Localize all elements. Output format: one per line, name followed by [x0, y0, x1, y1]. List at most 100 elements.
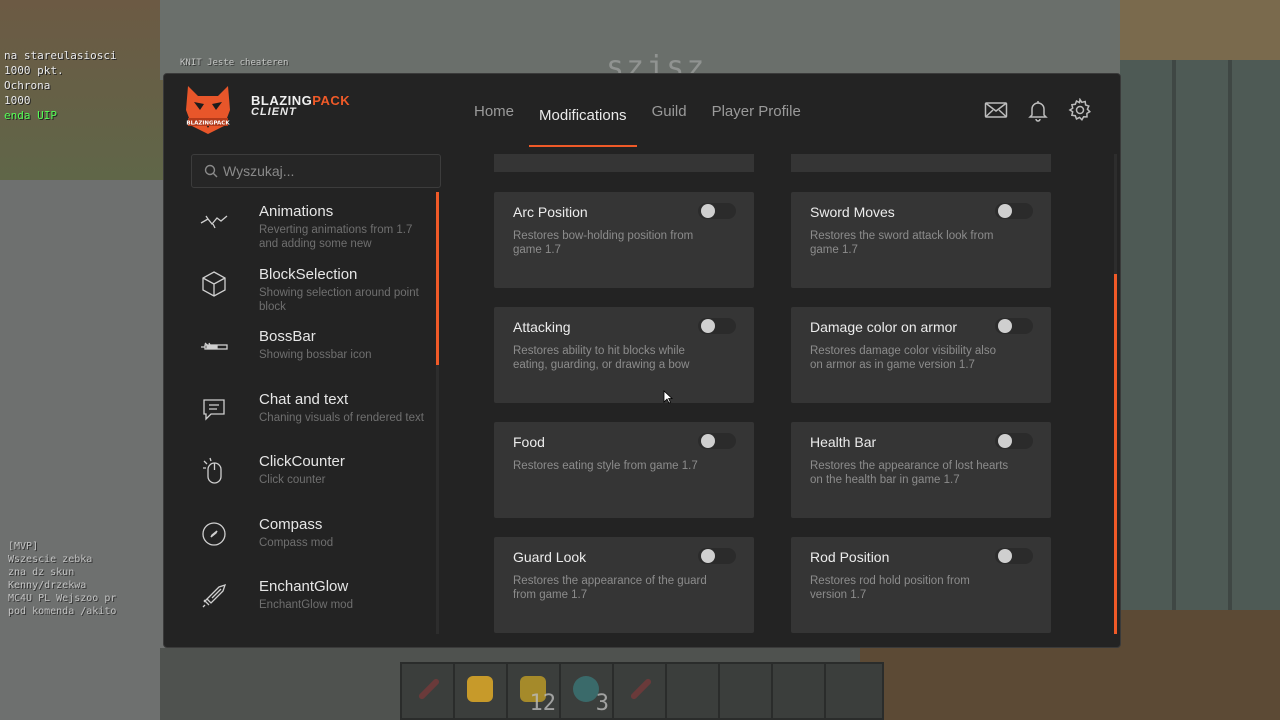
mod-toggle[interactable]: [698, 203, 736, 219]
toggle-knob: [701, 204, 715, 218]
mod-title: Arc Position: [513, 204, 588, 220]
hotbar-slot[interactable]: [667, 664, 720, 718]
sidebar-item-animations[interactable]: Animations Reverting animations from 1.7…: [194, 199, 439, 262]
mod-toggle[interactable]: [995, 203, 1033, 219]
sidebar-item-bossbar[interactable]: BossBar Showing bossbar icon: [194, 324, 439, 387]
sidebar-item-compass[interactable]: Compass Compass mod: [194, 512, 439, 575]
chat-line: 1000: [4, 94, 31, 107]
hotbar-slot[interactable]: [826, 664, 879, 718]
toggle-knob: [701, 549, 715, 563]
rod-item-icon: [417, 677, 441, 701]
cube-icon: [194, 264, 234, 304]
mod-card-sword-moves: Sword Moves Restores the sword attack lo…: [791, 192, 1051, 288]
mouse-click-icon: [194, 451, 234, 491]
search-box[interactable]: [191, 154, 441, 188]
mod-desc: Restores ability to hit blocks while eat…: [513, 345, 690, 371]
search-input[interactable]: [223, 163, 423, 179]
sidebar-item-desc: Showing bossbar icon: [259, 349, 372, 361]
mod-toggle[interactable]: [995, 433, 1033, 449]
mod-toggle[interactable]: [995, 548, 1033, 564]
mod-toggle[interactable]: [995, 318, 1033, 334]
chat-line: 1000 pkt.: [4, 64, 64, 77]
hotbar-slot[interactable]: [402, 664, 455, 718]
sidebar-item-desc: Click counter: [259, 474, 326, 486]
mod-toggle[interactable]: [698, 548, 736, 564]
mod-title: Sword Moves: [810, 204, 895, 220]
golden-apple-icon: [467, 676, 493, 702]
mod-toggle[interactable]: [698, 433, 736, 449]
sidebar-item-title: Animations: [259, 203, 334, 220]
mod-toggle[interactable]: [698, 318, 736, 334]
mod-card-rod-position: Rod Position Restores rod hold position …: [791, 537, 1051, 633]
mod-card-damage-color-on-armor: Damage color on armor Restores damage co…: [791, 307, 1051, 403]
sword-icon: [194, 576, 234, 616]
mods-scrollbar[interactable]: [1114, 154, 1117, 634]
toggle-knob: [998, 319, 1012, 333]
toggle-knob: [998, 204, 1012, 218]
sidebar-item-desc: Chaning visuals of rendered text: [259, 411, 424, 424]
mod-title: Attacking: [513, 319, 571, 335]
mod-card-health-bar: Health Bar Restores the appearance of lo…: [791, 422, 1051, 518]
mod-desc: Restores the appearance of the guard fro…: [513, 575, 707, 601]
mod-title: Food: [513, 434, 545, 450]
item-count: 12: [529, 691, 557, 716]
bird-icon: [194, 201, 234, 241]
hotbar-slot[interactable]: [614, 664, 667, 718]
card-partial: [791, 154, 1051, 172]
sidebar-item-title: BossBar: [259, 328, 316, 345]
mod-desc: Restores bow-holding position from game …: [513, 230, 694, 256]
brand-name-part2: PACK: [312, 93, 351, 108]
chat-line: MC4U PL Wejszoo pr: [8, 593, 117, 604]
toggle-knob: [701, 434, 715, 448]
world-stone-left: [0, 180, 170, 720]
mod-card-arc-position: Arc Position Restores bow-holding positi…: [494, 192, 754, 288]
mod-title: Health Bar: [810, 434, 877, 450]
window-header: BLAZINGPACK BLAZINGPACK CLIENT Home Modi…: [164, 74, 1120, 148]
sidebar-item-title: Chat and text: [259, 390, 349, 408]
sidebar-item-blockselection[interactable]: BlockSelection Showing selection around …: [194, 262, 439, 325]
chat-line: [MVP]: [8, 541, 39, 552]
hotbar-slot[interactable]: [455, 664, 508, 718]
mod-category-list: Animations Reverting animations from 1.7…: [194, 199, 439, 639]
sidebar-item-enchantglow[interactable]: EnchantGlow EnchantGlow mod: [194, 574, 439, 637]
tab-home[interactable]: Home: [464, 74, 524, 148]
tab-modifications[interactable]: Modifications: [529, 74, 637, 148]
hotbar-slot[interactable]: 12: [508, 664, 561, 718]
chat-line: zna dz skun: [8, 567, 75, 578]
sidebar-item-chat-and-text[interactable]: Chat and text Chaning visuals of rendere…: [194, 387, 439, 450]
mod-desc: Restores rod hold position from version …: [810, 575, 970, 601]
brand-subtitle: CLIENT: [251, 106, 297, 118]
mods-scrollbar-thumb[interactable]: [1114, 274, 1117, 634]
chat-line-top: KNIT Jeste cheateren: [180, 58, 289, 68]
chat-line: pod komenda /akito: [8, 606, 117, 617]
sidebar-item-desc: Compass mod: [259, 536, 334, 549]
mail-icon[interactable]: [984, 98, 1008, 122]
mod-title: Guard Look: [513, 549, 587, 565]
hotbar-slot[interactable]: 3: [561, 664, 614, 718]
sidebar-item-title: EnchantGlow: [259, 578, 349, 595]
game-chat: na stareulasiosci 1000 pkt. Ochrona 1000…: [4, 48, 117, 123]
bossbar-icon: [194, 326, 234, 366]
chat-line: enda UIP: [4, 109, 57, 122]
search-icon: [204, 164, 218, 178]
mod-card-guard-look: Guard Look Restores the appearance of th…: [494, 537, 754, 633]
mod-card-food: Food Restores eating style from game 1.7: [494, 422, 754, 518]
header-actions: [984, 98, 1092, 122]
game-chat-lower: [MVP] Wszescie zebka zna dz skun Kenny/d…: [8, 540, 116, 618]
chat-line: Kenny/drzekwa: [8, 580, 87, 591]
mod-desc: Restores damage color visibility also on…: [810, 345, 996, 371]
tab-player-profile[interactable]: Player Profile: [702, 74, 811, 148]
item-count: 3: [595, 691, 609, 716]
bell-icon[interactable]: [1026, 98, 1050, 122]
hotbar-slot[interactable]: [773, 664, 826, 718]
gear-icon[interactable]: [1068, 98, 1092, 122]
sidebar-scrollbar-thumb[interactable]: [436, 192, 439, 365]
mod-title: Rod Position: [810, 549, 890, 565]
sidebar-scrollbar[interactable]: [436, 192, 439, 634]
svg-text:BLAZINGPACK: BLAZINGPACK: [186, 121, 230, 127]
tab-guild[interactable]: Guild: [642, 74, 697, 148]
hotbar-slot[interactable]: [720, 664, 773, 718]
sidebar-item-title: Compass: [259, 515, 323, 533]
chat-icon: [194, 389, 234, 429]
sidebar-item-clickcounter[interactable]: ClickCounter Click counter: [194, 449, 439, 512]
